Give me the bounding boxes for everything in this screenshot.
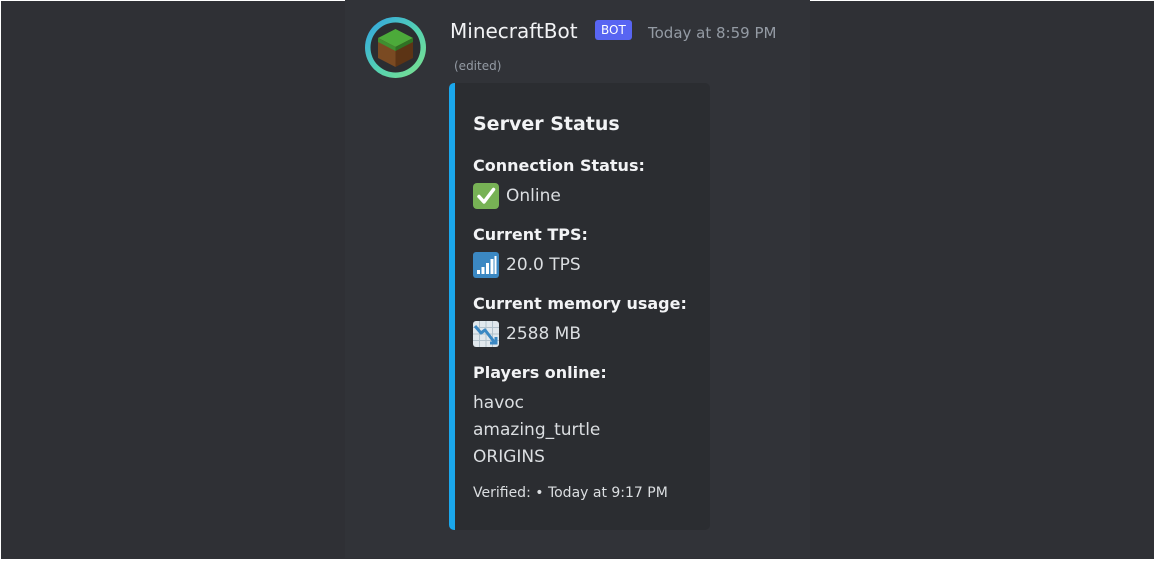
player-name: ORIGINS (473, 447, 545, 467)
field-players-label: Players online: (473, 363, 607, 382)
embed-accent-bar (449, 83, 455, 530)
field-tps-value: 20.0 TPS (473, 252, 581, 278)
field-connection-status-value: Online (473, 183, 561, 209)
grass-block-icon (370, 22, 421, 73)
field-connection-status-label: Connection Status: (473, 156, 645, 175)
author-name[interactable]: MinecraftBot (450, 17, 578, 45)
embed-footer: Verified: • Today at 9:17 PM (473, 485, 668, 501)
player-name: havoc (473, 393, 524, 413)
memory-text: 2588 MB (506, 324, 581, 344)
check-mark-button-icon (473, 183, 499, 209)
status-embed: Server Status Connection Status: Online … (449, 83, 710, 530)
edited-label: (edited) (454, 59, 502, 73)
bot-avatar[interactable] (365, 17, 426, 78)
player-name: amazing_turtle (473, 420, 601, 440)
field-tps-label: Current TPS: (473, 225, 588, 244)
embed-title: Server Status (473, 113, 620, 135)
bot-badge: BOT (595, 20, 632, 40)
tps-text: 20.0 TPS (506, 255, 581, 275)
message-timestamp[interactable]: Today at 8:59 PM (648, 22, 776, 44)
field-memory-value: 2588 MB (473, 321, 581, 347)
field-memory-label: Current memory usage: (473, 294, 687, 313)
connection-status-text: Online (506, 186, 561, 206)
chart-decreasing-icon (473, 321, 499, 347)
signal-bars-icon (473, 252, 499, 278)
